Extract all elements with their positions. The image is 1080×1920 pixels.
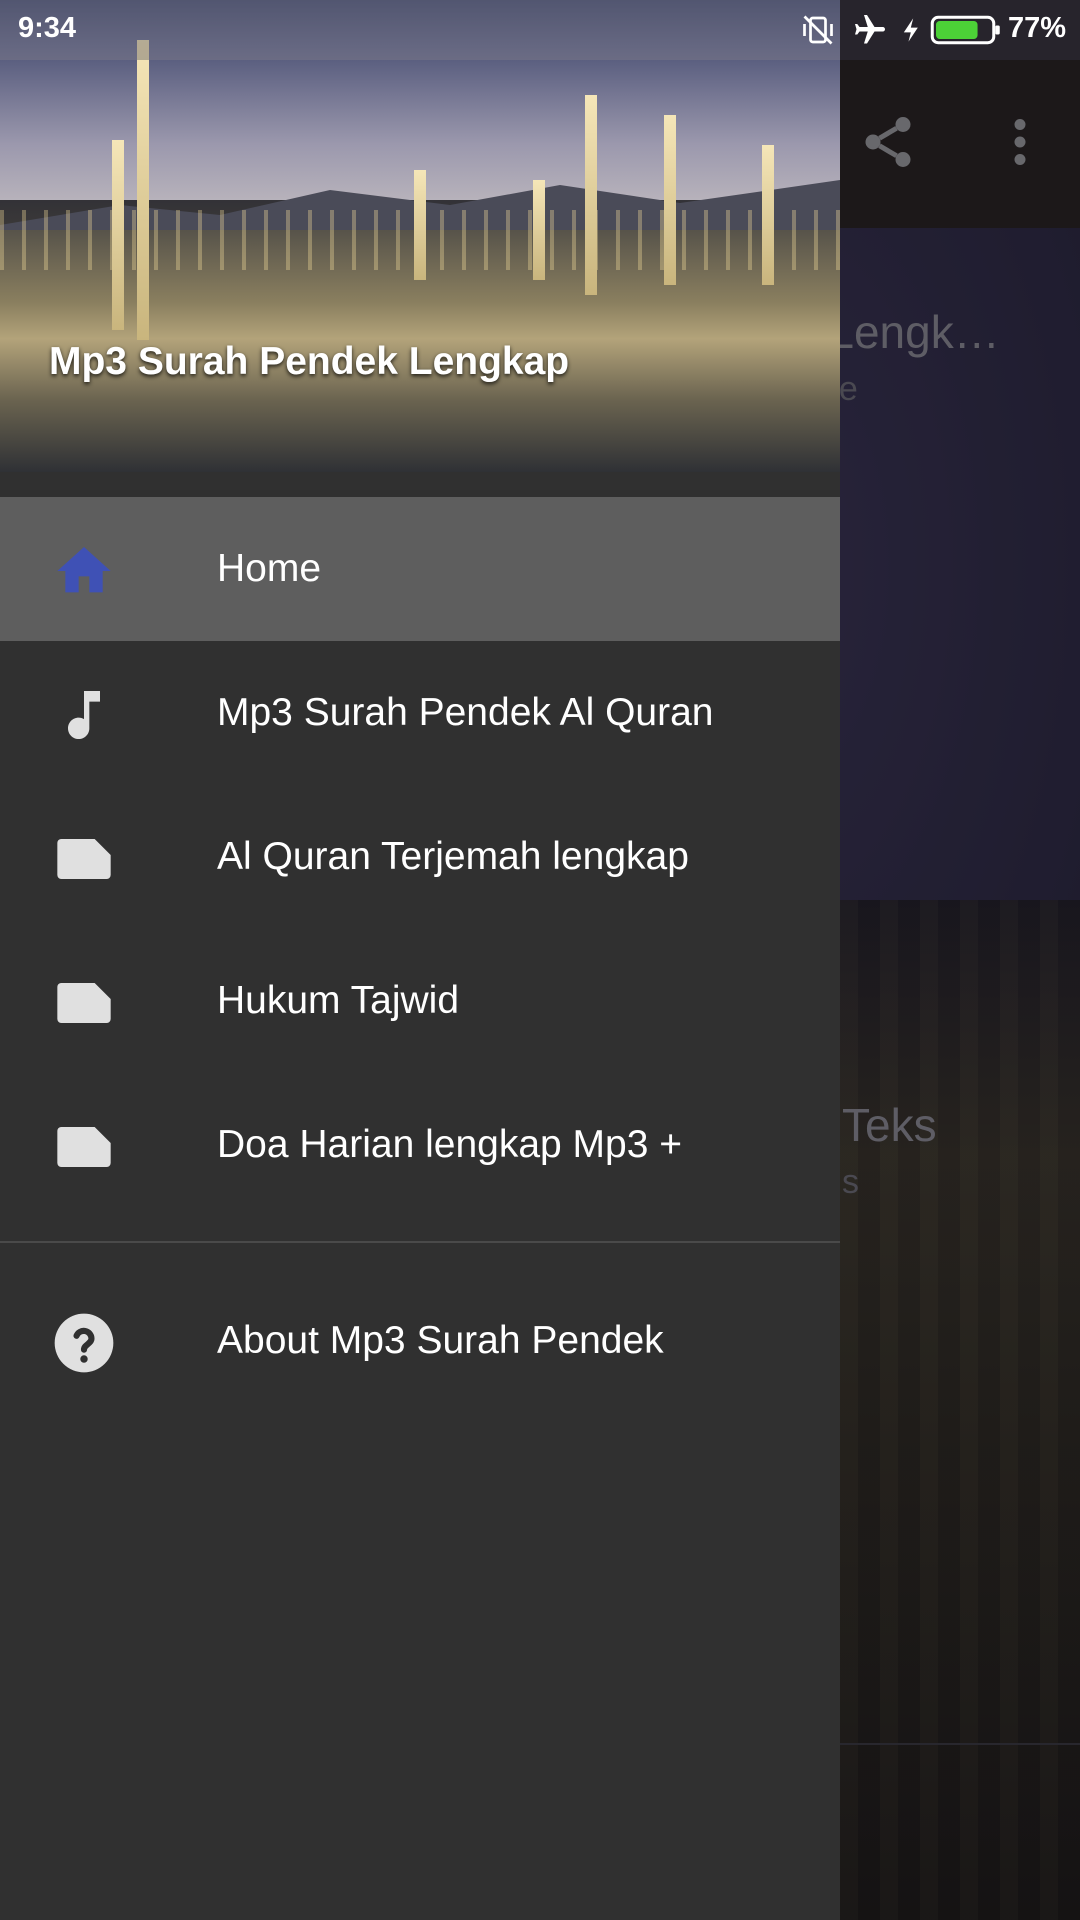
menu-item-label: Al Quran Terjemah lengkap (217, 835, 689, 878)
document-icon (57, 1127, 111, 1167)
document-icon (57, 983, 111, 1023)
charging-bolt-icon (903, 18, 918, 42)
home-icon (57, 547, 111, 593)
menu-item-label: Hukum Tajwid (217, 979, 460, 1022)
menu-item-home[interactable]: Home (0, 497, 840, 641)
minaret (137, 40, 149, 340)
menu-item-doa-harian[interactable]: Doa Harian lengkap Mp3 + (0, 1073, 840, 1217)
minaret (533, 180, 545, 280)
menu-item-label: Home (217, 547, 322, 590)
vibrate-off-icon (803, 15, 833, 45)
menu-item-label: Doa Harian lengkap Mp3 + (217, 1123, 683, 1166)
help-circle-icon (54, 1313, 114, 1373)
menu-item-label: About Mp3 Surah Pendek (217, 1319, 664, 1362)
battery-icon (930, 15, 1000, 45)
battery-percent: 77% (1008, 12, 1067, 44)
minaret (112, 140, 124, 330)
status-time: 9:34 (18, 12, 77, 44)
airplane-icon (855, 15, 885, 44)
music-note-icon (68, 691, 100, 739)
menu-item-about[interactable]: About Mp3 Surah Pendek (0, 1269, 840, 1413)
menu-item-label: Mp3 Surah Pendek Al Quran (217, 691, 714, 734)
minaret (414, 170, 426, 280)
drawer-header: Mp3 Surah Pendek Lengkap (0, 0, 840, 472)
menu-item-hukum-tajwid[interactable]: Hukum Tajwid (0, 929, 840, 1073)
menu-item-mp3-surah[interactable]: Mp3 Surah Pendek Al Quran (0, 641, 840, 785)
drawer-menu: Home Mp3 Surah Pendek Al Quran Al Quran … (0, 497, 840, 1217)
drawer-divider (0, 1241, 840, 1243)
status-bar: 9:34 77% (0, 0, 1080, 60)
navigation-drawer: Mp3 Surah Pendek Lengkap Home Mp3 Surah … (0, 0, 840, 1920)
minaret (664, 115, 676, 285)
minaret (585, 95, 597, 295)
minaret (762, 145, 774, 285)
document-icon (57, 839, 111, 879)
drawer-header-title: Mp3 Surah Pendek Lengkap (49, 340, 570, 383)
menu-item-quran-terjemah[interactable]: Al Quran Terjemah lengkap (0, 785, 840, 929)
